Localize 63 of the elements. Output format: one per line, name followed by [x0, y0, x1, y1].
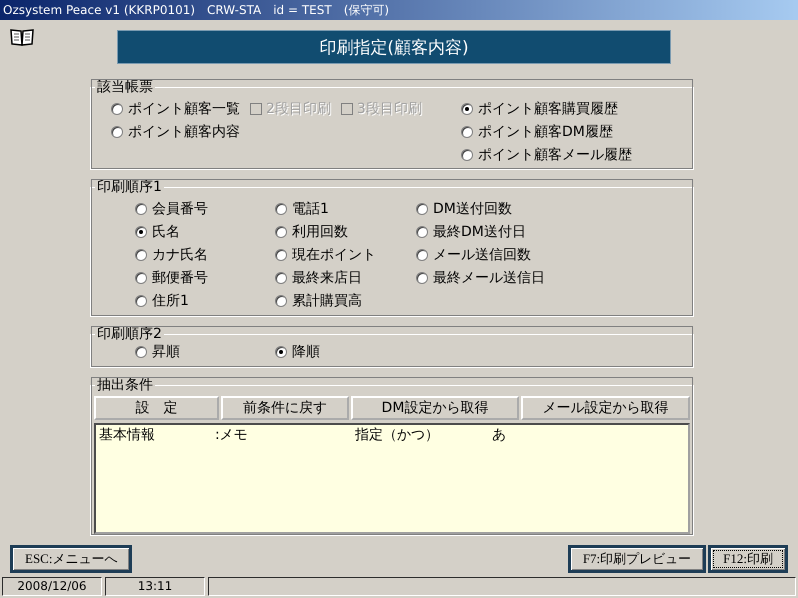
- condition-button[interactable]: 前条件に戻す: [221, 396, 349, 420]
- screen-title: 印刷指定(顧客内容): [117, 30, 671, 64]
- list-cell: あ: [492, 426, 506, 444]
- conditions-list[interactable]: 基本情報 :メモ 指定（かつ） あ: [94, 423, 690, 534]
- list-cell-text: 指定（かつ）: [355, 426, 440, 444]
- function-key-button[interactable]: F12:印刷: [708, 545, 788, 573]
- radio-icon[interactable]: [111, 126, 123, 138]
- radio-icon[interactable]: [275, 346, 287, 358]
- group-title: 印刷順序2: [96, 325, 163, 343]
- radio-icon[interactable]: [275, 295, 287, 307]
- radio-icon[interactable]: [275, 226, 287, 238]
- radio-option[interactable]: ポイント顧客DM履歴: [461, 121, 685, 142]
- radio-option[interactable]: 累計購買高: [275, 290, 416, 312]
- radio-option[interactable]: 最終メール送信日: [416, 267, 616, 289]
- radio-option[interactable]: 郵便番号: [135, 267, 275, 289]
- radio-option[interactable]: メール送信回数: [416, 244, 616, 266]
- radio-icon[interactable]: [135, 226, 147, 238]
- radio-icon[interactable]: [111, 102, 123, 114]
- radio-icon[interactable]: [135, 295, 147, 307]
- radio-option[interactable]: 氏名: [135, 221, 275, 243]
- radio-option[interactable]: 昇順: [135, 341, 275, 363]
- radio-option[interactable]: 最終来店日: [275, 267, 416, 289]
- radio-option[interactable]: 電話1: [275, 198, 416, 220]
- radio-icon[interactable]: [275, 272, 287, 284]
- radio-icon[interactable]: [135, 249, 147, 261]
- radio-icon[interactable]: [135, 346, 147, 358]
- radio-icon[interactable]: [461, 126, 473, 138]
- radio-option[interactable]: カナ氏名: [135, 244, 275, 266]
- radio-option[interactable]: 住所1: [135, 290, 275, 312]
- radio-icon[interactable]: [416, 272, 428, 284]
- function-key-button[interactable]: ESC:メニューへ: [10, 545, 132, 573]
- status-field: 13:11: [105, 577, 205, 596]
- function-key-button[interactable]: F7:印刷プレビュー: [568, 545, 706, 573]
- radio-icon[interactable]: [461, 102, 473, 114]
- condition-button[interactable]: 設 定: [94, 396, 220, 420]
- radio-option[interactable]: ポイント顧客メール履歴: [461, 144, 685, 165]
- radio-option[interactable]: 会員番号: [135, 198, 275, 220]
- radio-icon[interactable]: [135, 203, 147, 215]
- condition-button[interactable]: DM設定から取得: [350, 396, 520, 420]
- group-title: 印刷順序1: [96, 178, 163, 196]
- radio-icon[interactable]: [275, 249, 287, 261]
- radio-option[interactable]: DM送付回数: [416, 198, 616, 220]
- radio-option[interactable]: 最終DM送付日: [416, 221, 616, 243]
- radio-icon[interactable]: [416, 203, 428, 215]
- book-icon: [10, 27, 34, 47]
- status-field: 2008/12/06: [2, 577, 102, 596]
- radio-icon[interactable]: [461, 148, 473, 160]
- radio-option[interactable]: 利用回数: [275, 221, 416, 243]
- list-cell-text: :メモ: [215, 426, 249, 444]
- group-title: 抽出条件: [96, 376, 154, 394]
- radio-option[interactable]: ポイント顧客内容: [111, 121, 461, 142]
- radio-icon[interactable]: [416, 226, 428, 238]
- radio-icon[interactable]: [275, 203, 287, 215]
- radio-option[interactable]: ポイント顧客購買履歴: [461, 98, 685, 119]
- window-title: Ozsystem Peace v1 (KKRP0101) CRW-STA id = TEST (保守可): [0, 0, 798, 20]
- list-cell-text: 基本情報: [99, 426, 156, 444]
- radio-option[interactable]: 現在ポイント: [275, 244, 416, 266]
- radio-icon[interactable]: [135, 272, 147, 284]
- radio-option[interactable]: 降順: [275, 341, 416, 363]
- radio-icon[interactable]: [416, 249, 428, 261]
- group-title: 該当帳票: [96, 78, 154, 96]
- condition-button[interactable]: メール設定から取得: [521, 396, 690, 420]
- radio-option[interactable]: ポイント顧客一覧: [111, 98, 240, 119]
